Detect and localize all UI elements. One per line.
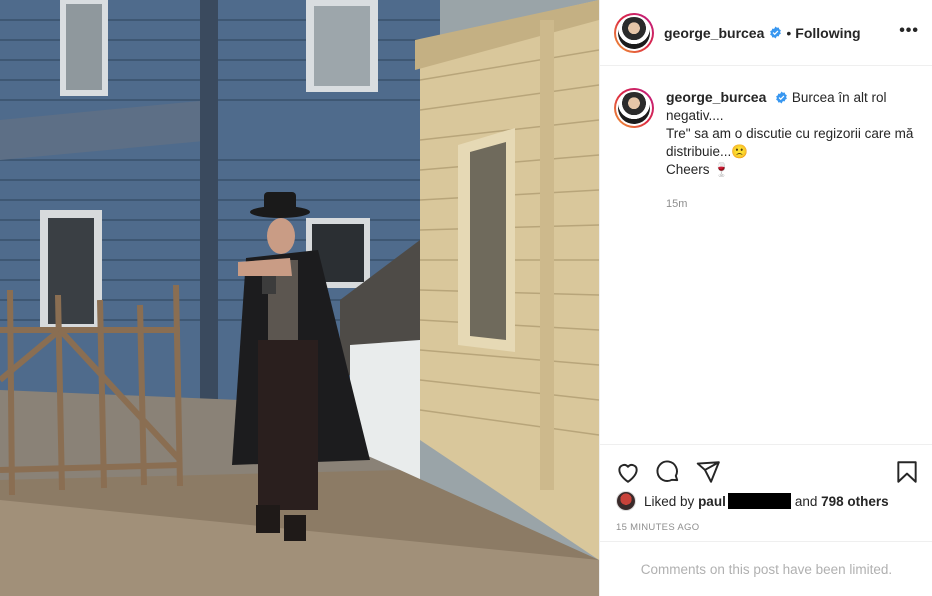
liked-by-prefix: Liked by (644, 493, 695, 509)
liker-avatar[interactable] (616, 491, 636, 511)
caption-text: george_burcea Burcea în alt rol negativ.… (666, 88, 916, 179)
paper-plane-icon[interactable] (695, 459, 721, 485)
caption-username-link[interactable]: george_burcea (666, 89, 766, 105)
caption-line-2: Tre" sa am o discutie cu regizorii care … (666, 126, 914, 159)
caption-line-3: Cheers 🍷 (666, 162, 731, 177)
header-separator: • (786, 24, 792, 41)
comments-limited-notice: Comments on this post have been limited. (600, 541, 932, 596)
likes-summary: Liked by paul and 798 others (616, 491, 889, 511)
verified-badge-icon (770, 26, 782, 39)
likes-others-link[interactable]: 798 others (821, 494, 889, 509)
post-header: george_burcea • Following ••• (600, 0, 932, 66)
likes-connector: and (794, 493, 818, 509)
caption-avatar[interactable] (614, 88, 654, 128)
header-username-link[interactable]: george_burcea (664, 25, 764, 41)
redaction-bar (727, 493, 791, 509)
post-sidebar: george_burcea • Following ••• george_bur… (599, 0, 932, 596)
following-button[interactable]: Following (795, 25, 860, 41)
post-photo[interactable] (0, 0, 599, 596)
caption-comment: george_burcea Burcea în alt rol negativ.… (614, 88, 919, 179)
comment-bubble-icon[interactable] (655, 459, 681, 485)
action-bar (600, 444, 932, 498)
more-options-icon[interactable]: ••• (899, 22, 919, 40)
western-town-scene-image (0, 0, 599, 596)
heart-icon[interactable] (615, 459, 641, 485)
liker-username-link[interactable]: paul (698, 494, 726, 509)
post-timestamp[interactable]: 15 MINUTES AGO (616, 522, 699, 533)
instagram-post: george_burcea • Following ••• george_bur… (0, 0, 932, 596)
verified-badge-icon (776, 91, 788, 104)
bookmark-icon[interactable] (894, 459, 920, 485)
avatar[interactable] (614, 12, 654, 53)
comment-timestamp[interactable]: 15m (666, 198, 687, 210)
